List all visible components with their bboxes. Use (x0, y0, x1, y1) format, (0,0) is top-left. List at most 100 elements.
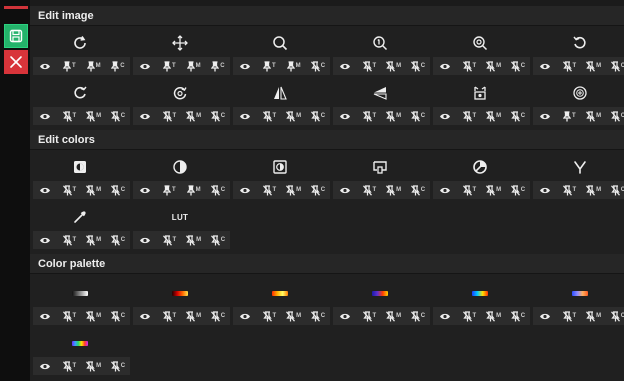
pin-m-toggle[interactable]: M (383, 308, 405, 324)
visibility-toggle[interactable] (234, 182, 256, 198)
pin-c-toggle[interactable]: C (407, 58, 429, 74)
pin-t-toggle[interactable]: T (58, 308, 80, 324)
pin-m-toggle[interactable]: M (283, 308, 305, 324)
pin-m-toggle[interactable]: M (383, 58, 405, 74)
visibility-toggle[interactable] (134, 58, 156, 74)
pin-m-toggle[interactable]: M (83, 358, 105, 374)
pin-c-toggle[interactable]: C (207, 308, 229, 324)
visibility-toggle[interactable] (434, 308, 456, 324)
visibility-toggle[interactable] (334, 308, 356, 324)
pin-t-toggle[interactable]: T (58, 358, 80, 374)
pin-m-toggle[interactable]: M (483, 182, 505, 198)
pin-m-toggle[interactable]: M (583, 108, 605, 124)
rotate-free-button[interactable] (130, 80, 230, 106)
pin-c-toggle[interactable]: C (107, 58, 129, 74)
pin-c-toggle[interactable]: C (407, 182, 429, 198)
pin-t-toggle[interactable]: T (358, 182, 380, 198)
visibility-toggle[interactable] (434, 58, 456, 74)
visibility-toggle[interactable] (234, 308, 256, 324)
flip-horizontal-button[interactable] (230, 80, 330, 106)
zoom-in-button[interactable] (330, 30, 430, 56)
rotate-ccw-button[interactable] (530, 30, 624, 56)
pin-m-toggle[interactable]: M (283, 182, 305, 198)
pin-t-toggle[interactable]: T (358, 108, 380, 124)
zoom-out-button[interactable] (430, 30, 530, 56)
pin-t-toggle[interactable]: T (158, 58, 180, 74)
visibility-toggle[interactable] (234, 58, 256, 74)
cool-warm-palette-button[interactable] (530, 280, 624, 306)
pin-m-toggle[interactable]: M (183, 108, 205, 124)
pin-t-toggle[interactable]: T (358, 308, 380, 324)
pin-t-toggle[interactable]: T (258, 58, 280, 74)
pin-c-toggle[interactable]: C (607, 308, 624, 324)
visibility-toggle[interactable] (34, 108, 56, 124)
pin-c-toggle[interactable]: C (607, 58, 624, 74)
pin-m-toggle[interactable]: M (83, 308, 105, 324)
visibility-toggle[interactable] (534, 108, 556, 124)
pin-t-toggle[interactable]: T (158, 182, 180, 198)
jet-warm-palette-button[interactable] (230, 280, 330, 306)
move-button[interactable] (130, 30, 230, 56)
pin-c-toggle[interactable]: C (507, 58, 529, 74)
plus-circle-button[interactable] (530, 80, 624, 106)
visibility-toggle[interactable] (34, 58, 56, 74)
pin-c-toggle[interactable]: C (207, 58, 229, 74)
pin-c-toggle[interactable]: C (307, 58, 329, 74)
pin-c-toggle[interactable]: C (507, 108, 529, 124)
visibility-toggle[interactable] (34, 308, 56, 324)
pin-m-toggle[interactable]: M (183, 308, 205, 324)
pin-m-toggle[interactable]: M (83, 182, 105, 198)
pin-t-toggle[interactable]: T (58, 232, 80, 248)
pin-t-toggle[interactable]: T (158, 232, 180, 248)
pin-m-toggle[interactable]: M (583, 58, 605, 74)
pin-m-toggle[interactable]: M (183, 182, 205, 198)
visibility-toggle[interactable] (134, 232, 156, 248)
pin-c-toggle[interactable]: C (207, 232, 229, 248)
pin-m-toggle[interactable]: M (183, 58, 205, 74)
pin-t-toggle[interactable]: T (558, 182, 580, 198)
pin-m-toggle[interactable]: M (283, 58, 305, 74)
rotate-cw-button[interactable] (30, 80, 130, 106)
pin-t-toggle[interactable]: T (158, 308, 180, 324)
pin-t-toggle[interactable]: T (458, 308, 480, 324)
pin-c-toggle[interactable]: C (107, 308, 129, 324)
pin-t-toggle[interactable]: T (58, 108, 80, 124)
pin-m-toggle[interactable]: M (83, 232, 105, 248)
grayscale-palette-button[interactable] (30, 280, 130, 306)
pin-m-toggle[interactable]: M (583, 308, 605, 324)
pin-c-toggle[interactable]: C (107, 182, 129, 198)
visibility-toggle[interactable] (134, 182, 156, 198)
pin-c-toggle[interactable]: C (607, 182, 624, 198)
levels-button[interactable] (30, 154, 130, 180)
pin-c-toggle[interactable]: C (507, 308, 529, 324)
visibility-toggle[interactable] (534, 308, 556, 324)
lut-button[interactable]: LUT (130, 204, 230, 230)
pin-m-toggle[interactable]: M (583, 182, 605, 198)
visibility-toggle[interactable] (34, 182, 56, 198)
gamma-button[interactable] (530, 154, 624, 180)
invert-button[interactable] (230, 154, 330, 180)
pin-t-toggle[interactable]: T (458, 58, 480, 74)
rainbow-palette-button[interactable] (430, 280, 530, 306)
pin-t-toggle[interactable]: T (558, 58, 580, 74)
visibility-toggle[interactable] (434, 182, 456, 198)
pin-c-toggle[interactable]: C (207, 108, 229, 124)
pin-c-toggle[interactable]: C (107, 108, 129, 124)
pin-c-toggle[interactable]: C (307, 308, 329, 324)
pin-m-toggle[interactable]: M (83, 108, 105, 124)
pin-t-toggle[interactable]: T (558, 308, 580, 324)
visibility-toggle[interactable] (334, 108, 356, 124)
pin-t-toggle[interactable]: T (458, 108, 480, 124)
pin-t-toggle[interactable]: T (258, 108, 280, 124)
pin-m-toggle[interactable]: M (383, 182, 405, 198)
pin-m-toggle[interactable]: M (83, 58, 105, 74)
pin-t-toggle[interactable]: T (358, 58, 380, 74)
visibility-toggle[interactable] (234, 108, 256, 124)
close-button[interactable] (4, 50, 28, 74)
spectral-palette-button[interactable] (330, 280, 430, 306)
visibility-toggle[interactable] (434, 108, 456, 124)
pin-m-toggle[interactable]: M (383, 108, 405, 124)
pin-t-toggle[interactable]: T (158, 108, 180, 124)
pin-c-toggle[interactable]: C (407, 308, 429, 324)
pin-m-toggle[interactable]: M (483, 58, 505, 74)
